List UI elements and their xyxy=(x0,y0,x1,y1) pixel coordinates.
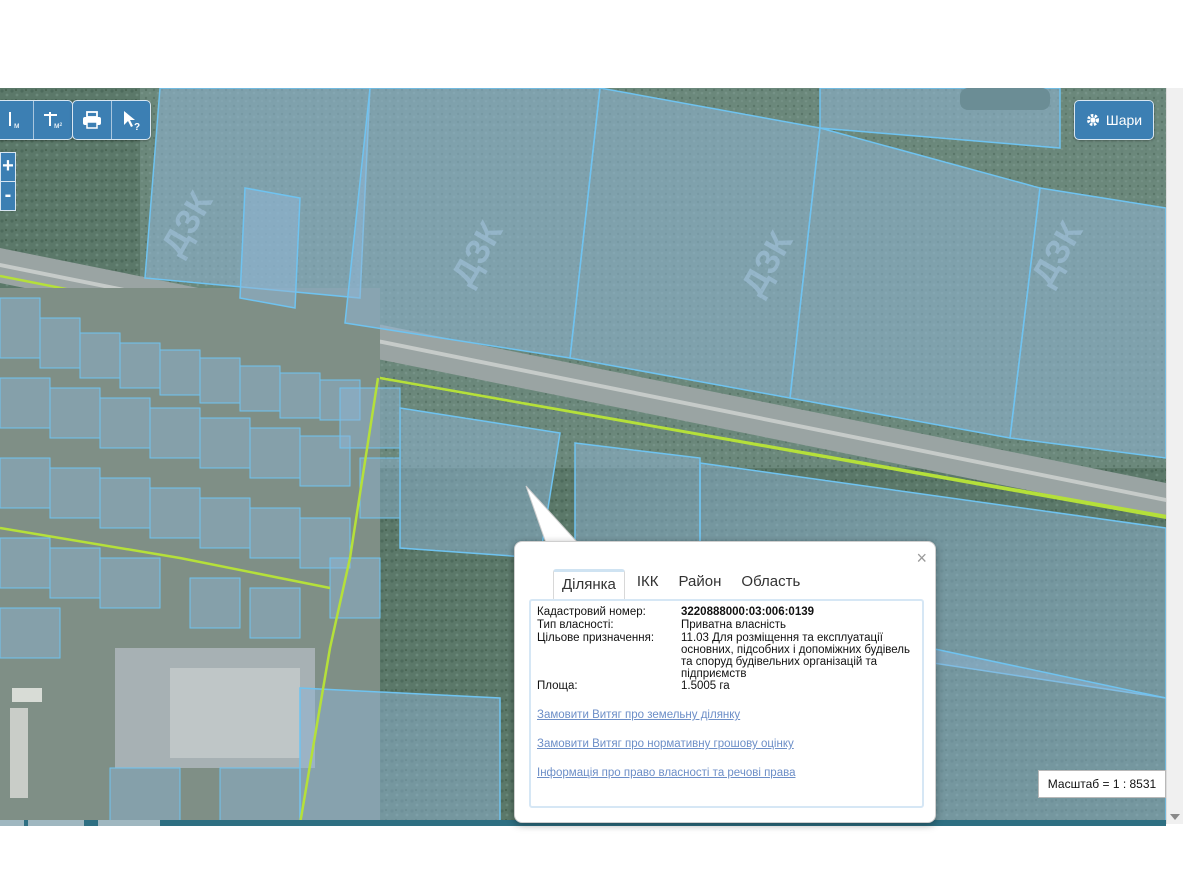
close-icon[interactable]: × xyxy=(916,548,927,569)
industrial-yard xyxy=(170,668,300,758)
vertical-scrollbar[interactable] xyxy=(1166,88,1183,824)
tab-parcel[interactable]: Ділянка xyxy=(553,569,625,603)
popup-tabs: Ділянка ІКК Район Область xyxy=(553,569,812,603)
scroll-thumb-segment[interactable] xyxy=(98,820,160,826)
svg-text:м²: м² xyxy=(54,121,63,130)
order-parcel-extract-link[interactable]: Замовити Витяг про земельну ділянку xyxy=(537,709,740,721)
area-value: 1.5005 га xyxy=(681,680,730,692)
tools-toolbar: ? xyxy=(72,100,151,140)
zoom-in-button[interactable]: + xyxy=(0,152,16,182)
info-cursor-button[interactable]: ? xyxy=(112,101,150,139)
tab-district[interactable]: Район xyxy=(671,569,730,599)
purpose-label: Цільове призначення: xyxy=(537,632,655,644)
ruler-area-icon: м² xyxy=(44,112,63,130)
layers-button[interactable]: Шари xyxy=(1074,100,1154,140)
svg-text:м: м xyxy=(14,121,20,130)
layers-button-label: Шари xyxy=(1105,112,1143,128)
ownership-value: Приватна власність xyxy=(681,619,787,631)
print-button[interactable] xyxy=(73,101,112,139)
ownership-rights-link[interactable]: Інформація про право власності та речові… xyxy=(537,767,795,779)
purpose-value: 11.03 Для розміщення та експлуатації осн… xyxy=(681,632,911,680)
water-body xyxy=(960,88,1050,110)
ownership-label: Тип власності: xyxy=(537,619,614,631)
scroll-down-icon[interactable] xyxy=(1170,814,1180,820)
gear-icon xyxy=(1086,114,1099,126)
scale-indicator: Масштаб = 1 : 8531 xyxy=(1038,770,1166,798)
cadastral-value: 3220888000:03:006:0139 xyxy=(681,606,815,618)
cursor-help-icon: ? xyxy=(124,111,140,131)
measure-toolbar: м м² xyxy=(0,100,73,140)
area-label: Площа: xyxy=(537,680,578,692)
measure-length-button[interactable]: м xyxy=(0,101,34,139)
order-valuation-extract-link[interactable]: Замовити Витяг про нормативну грошову оц… xyxy=(537,738,794,750)
measure-area-button[interactable]: м² xyxy=(34,101,72,139)
tab-region[interactable]: Область xyxy=(733,569,808,599)
parcel-info-body: Кадастровий номер: 3220888000:03:006:013… xyxy=(529,599,924,808)
scroll-thumb-segment[interactable] xyxy=(28,820,84,826)
ruler-length-icon: м xyxy=(9,112,20,130)
tab-ikk[interactable]: ІКК xyxy=(629,569,667,599)
parcel-info-popup: × Ділянка ІКК Район Область Кадастровий … xyxy=(514,541,936,823)
apartment-block xyxy=(10,708,28,798)
printer-icon xyxy=(83,111,101,129)
cadastral-label: Кадастровий номер: xyxy=(537,606,646,618)
zoom-out-button[interactable]: - xyxy=(0,181,16,211)
apartment-block xyxy=(12,688,42,702)
scroll-thumb-segment[interactable] xyxy=(0,820,24,826)
svg-text:?: ? xyxy=(134,122,140,131)
